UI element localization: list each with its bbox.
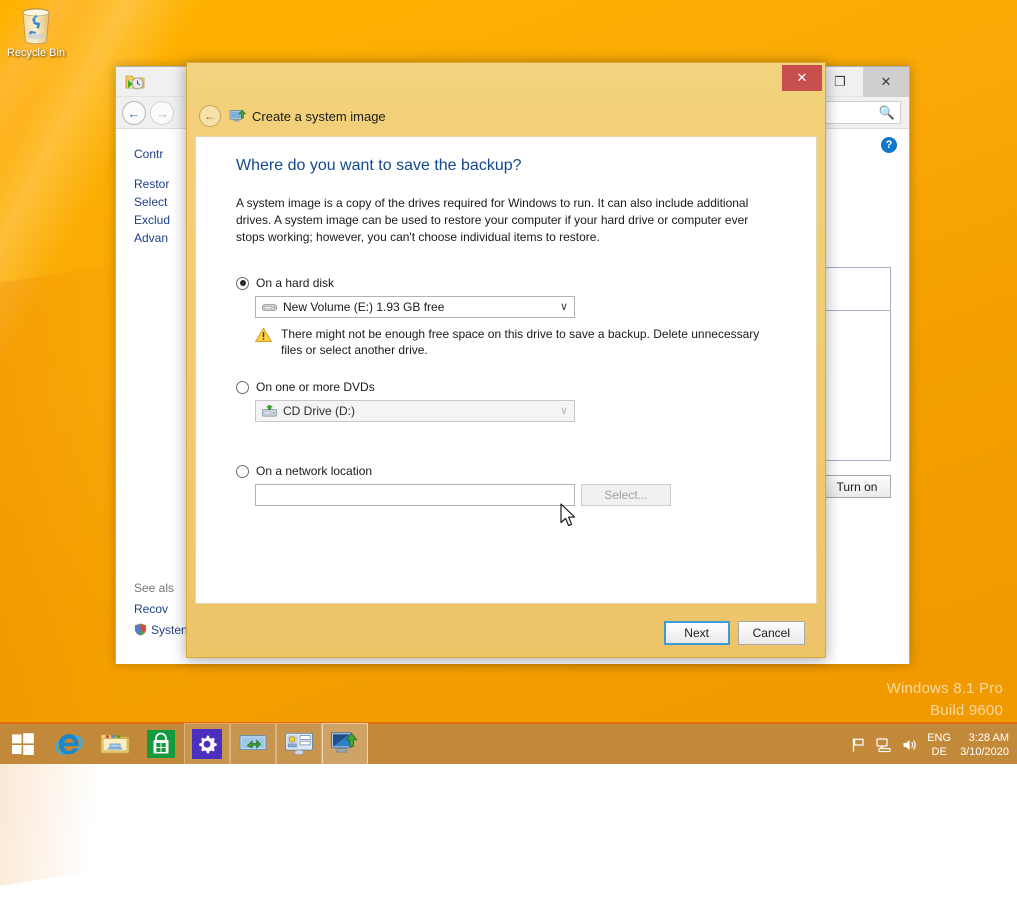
option-dvd[interactable]: On one or more DVDs — [236, 380, 788, 394]
hard-disk-dropdown-value: New Volume (E:) 1.93 GB free — [283, 300, 444, 314]
flag-icon[interactable] — [851, 737, 867, 753]
recycle-bin-icon — [4, 4, 68, 46]
settings-icon — [192, 729, 222, 759]
file-history-icon — [125, 72, 145, 92]
see-also-item-system-image-label: Systen — [151, 623, 188, 637]
option-hard-disk-label: On a hard disk — [256, 276, 334, 290]
file-explorer-icon — [100, 731, 130, 757]
radio-dvd[interactable] — [236, 381, 249, 394]
dialog-nav-row: ← Create a system image — [187, 99, 825, 133]
control-panel-icon — [284, 731, 314, 757]
taskbar-item-create-system-image[interactable] — [322, 723, 368, 765]
clock-date: 3/10/2020 — [960, 745, 1009, 759]
dialog-title-row: Create a system image — [229, 108, 386, 125]
store-icon — [147, 730, 175, 758]
next-button[interactable]: Next — [664, 621, 730, 645]
dialog-titlebar[interactable]: ✕ — [187, 63, 825, 99]
language-indicator[interactable]: ENG DE — [927, 731, 951, 759]
radio-network[interactable] — [236, 465, 249, 478]
dialog-footer: Next Cancel — [664, 621, 805, 645]
network-location-input[interactable] — [255, 484, 575, 506]
network-icon[interactable] — [876, 737, 893, 753]
watermark-line-1: Windows 8.1 Pro — [887, 678, 1003, 700]
forward-button[interactable]: → — [150, 101, 174, 125]
help-icon[interactable]: ? — [881, 137, 897, 153]
hard-disk-dropdown[interactable]: New Volume (E:) 1.93 GB free ∨ — [255, 296, 575, 318]
recycle-bin-label: Recycle Bin — [4, 47, 68, 59]
system-image-backup-icon — [330, 730, 360, 758]
file-history-window-buttons[interactable]: ❐ ✕ — [817, 67, 909, 97]
page-title: Where do you want to save the backup? — [236, 157, 788, 175]
network-location-row: Select... — [255, 484, 788, 506]
turn-on-button[interactable]: Turn on — [823, 475, 891, 498]
windows-activation-watermark: Windows 8.1 Pro Build 9600 — [887, 678, 1003, 722]
search-input[interactable]: 🔍 — [823, 101, 901, 124]
free-space-warning: There might not be enough free space on … — [255, 326, 765, 358]
file-history-icon — [238, 731, 268, 757]
dvd-dropdown-value: CD Drive (D:) — [283, 404, 355, 418]
recycle-bin[interactable]: Recycle Bin — [4, 4, 68, 59]
search-icon: 🔍 — [879, 105, 895, 121]
select-button[interactable]: Select... — [581, 484, 671, 506]
option-dvd-label: On one or more DVDs — [256, 380, 375, 394]
language-line-2: DE — [927, 745, 951, 759]
dialog-page: Where do you want to save the backup? A … — [195, 136, 817, 604]
taskbar-items — [46, 723, 368, 765]
cancel-button[interactable]: Cancel — [738, 621, 805, 645]
hard-drive-icon — [262, 302, 277, 313]
radio-hard-disk[interactable] — [236, 277, 249, 290]
option-network-label: On a network location — [256, 464, 372, 478]
system-image-icon — [229, 108, 246, 125]
dialog-close-button[interactable]: ✕ — [782, 65, 822, 91]
free-space-warning-text: There might not be enough free space on … — [281, 326, 765, 358]
dialog-back-button[interactable]: ← — [199, 105, 221, 127]
back-button[interactable]: ← — [122, 101, 146, 125]
internet-explorer-icon — [54, 729, 84, 759]
chevron-down-icon[interactable]: ∨ — [560, 404, 568, 417]
dvd-dropdown[interactable]: CD Drive (D:) ∨ — [255, 400, 575, 422]
warning-icon — [255, 327, 272, 343]
speaker-icon[interactable] — [902, 737, 918, 753]
language-line-1: ENG — [927, 731, 951, 745]
clock-time: 3:28 AM — [960, 731, 1009, 745]
taskbar-item-store[interactable] — [138, 723, 184, 765]
page-description: A system image is a copy of the drives r… — [236, 195, 756, 246]
taskbar-item-file-history[interactable] — [230, 723, 276, 765]
windows-start-icon — [11, 732, 35, 756]
shield-icon — [134, 623, 147, 636]
taskbar-item-file-explorer[interactable] — [92, 723, 138, 765]
system-tray: ENG DE 3:28 AM 3/10/2020 — [851, 724, 1017, 766]
chevron-down-icon[interactable]: ∨ — [560, 300, 568, 313]
close-button[interactable]: ✕ — [863, 67, 909, 97]
option-hard-disk[interactable]: On a hard disk — [236, 276, 788, 290]
taskbar[interactable]: ENG DE 3:28 AM 3/10/2020 — [0, 722, 1017, 764]
option-network[interactable]: On a network location — [236, 464, 788, 478]
taskbar-item-internet-explorer[interactable] — [46, 723, 92, 765]
create-system-image-dialog[interactable]: ✕ ← Create a system image Where do you w… — [186, 62, 826, 658]
cd-drive-icon — [262, 405, 277, 418]
start-button[interactable] — [0, 723, 46, 765]
dialog-title-text: Create a system image — [252, 109, 386, 124]
watermark-line-2: Build 9600 — [887, 700, 1003, 722]
clock[interactable]: 3:28 AM 3/10/2020 — [960, 731, 1009, 759]
taskbar-item-settings[interactable] — [184, 723, 230, 765]
taskbar-item-control-panel[interactable] — [276, 723, 322, 765]
